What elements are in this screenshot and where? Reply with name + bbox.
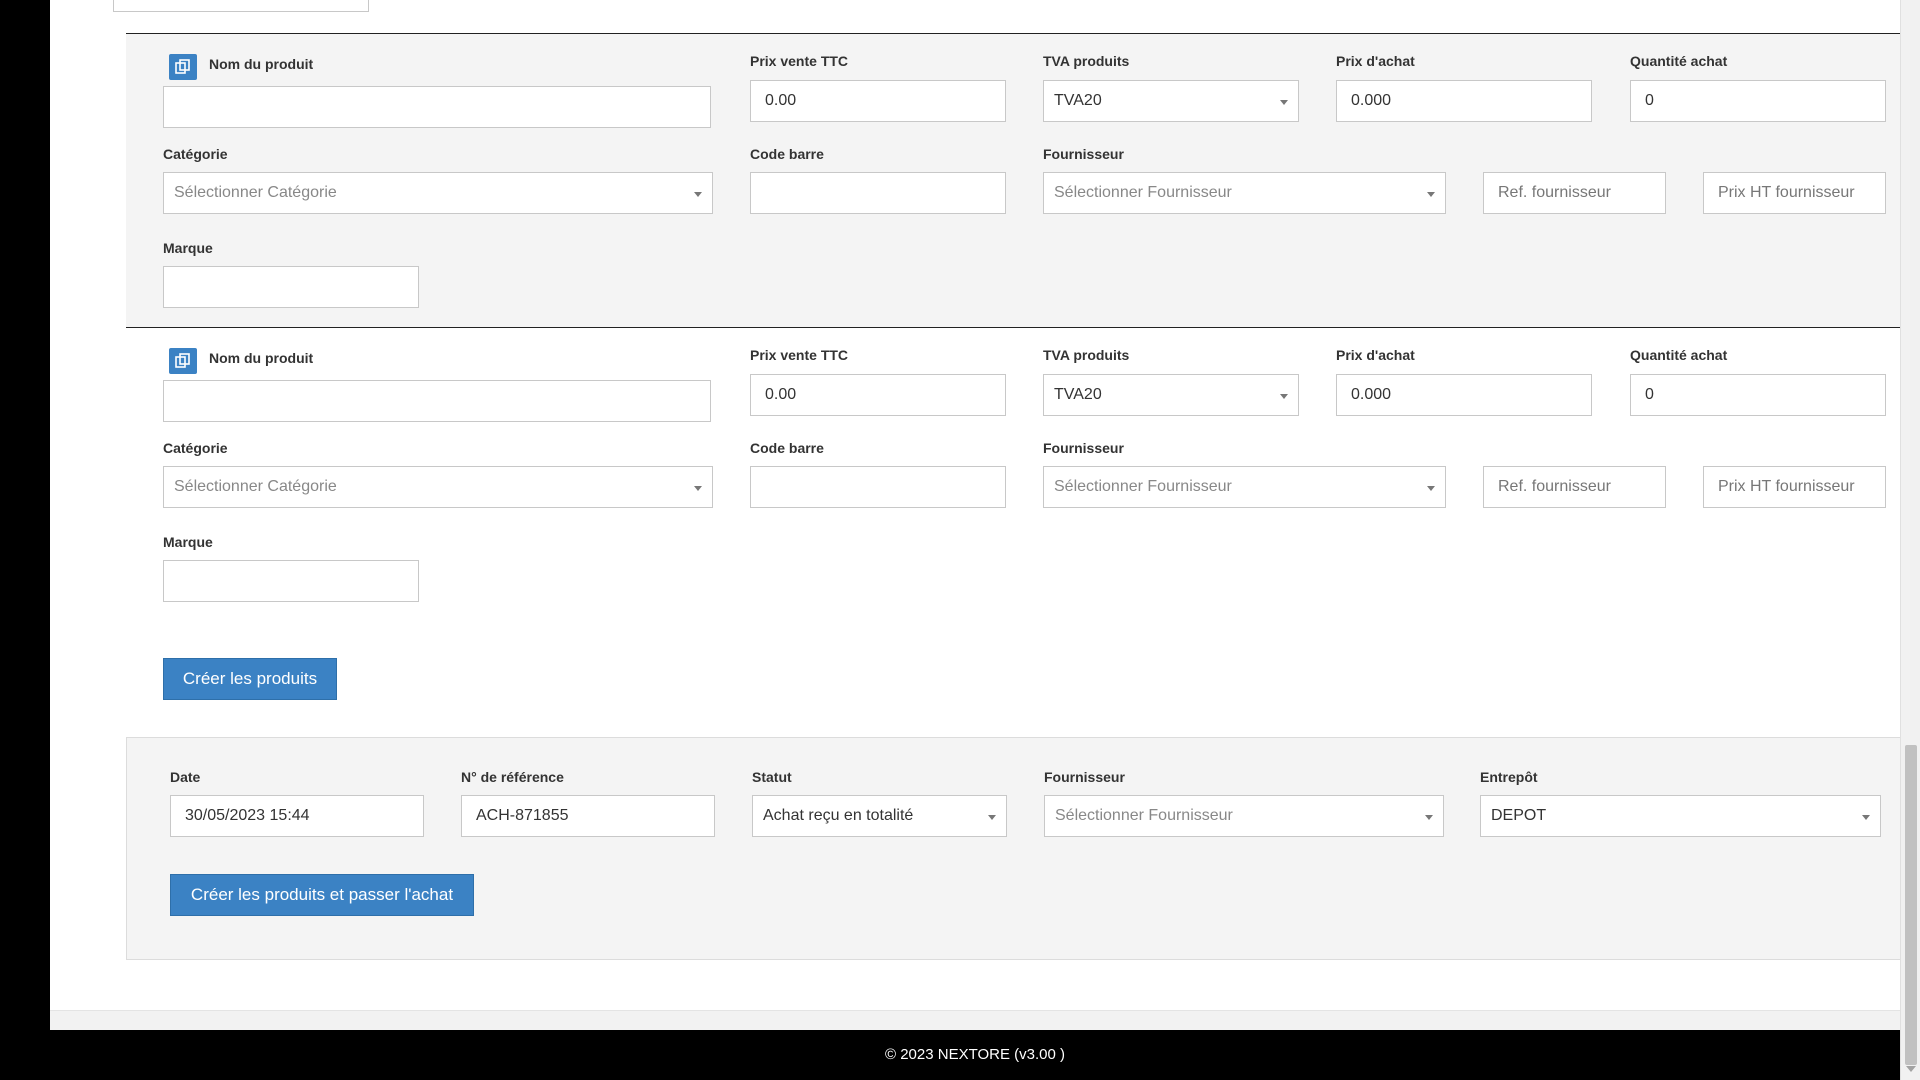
supplier-ref-input[interactable]: Ref. fournisseur <box>1483 466 1666 508</box>
supplier-label: Fournisseur <box>1043 146 1124 162</box>
supplier-select-placeholder: Sélectionner Fournisseur <box>1054 184 1232 201</box>
quantity-label: Quantité achat <box>1630 53 1728 69</box>
page-content: Nom du produit Prix vente TTC 0.00 TVA p… <box>50 0 1920 1030</box>
previous-brand-input[interactable] <box>113 0 369 12</box>
purchase-supplier-select[interactable]: Sélectionner Fournisseur <box>1044 795 1444 837</box>
purchase-price-input[interactable]: 0.000 <box>1336 80 1592 122</box>
category-select[interactable]: Sélectionner Catégorie <box>163 466 713 508</box>
scroll-down-icon[interactable] <box>1906 1066 1916 1072</box>
reference-label: N° de référence <box>461 769 564 785</box>
sale-price-input[interactable]: 0.00 <box>750 374 1006 416</box>
purchase-price-label: Prix d'achat <box>1336 53 1415 69</box>
warehouse-label: Entrepôt <box>1480 769 1538 785</box>
category-select-placeholder: Sélectionner Catégorie <box>174 478 337 495</box>
supplier-ref-input[interactable]: Ref. fournisseur <box>1483 172 1666 214</box>
product-name-label: Nom du produit <box>209 350 314 366</box>
brand-input[interactable] <box>163 560 419 602</box>
category-label: Catégorie <box>163 440 228 456</box>
status-label: Statut <box>752 769 792 785</box>
create-and-purchase-button[interactable]: Créer les produits et passer l'achat <box>170 874 474 916</box>
product-name-label: Nom du produit <box>209 56 314 72</box>
footer: © 2023 NEXTORE (v3.00 ) <box>50 1030 1900 1080</box>
quantity-label: Quantité achat <box>1630 347 1728 363</box>
caret-down-icon <box>1425 815 1433 820</box>
quantity-input[interactable]: 0 <box>1630 80 1886 122</box>
supplier-label: Fournisseur <box>1043 440 1124 456</box>
caret-down-icon <box>1280 100 1288 105</box>
category-label: Catégorie <box>163 146 228 162</box>
purchase-supplier-placeholder: Sélectionner Fournisseur <box>1055 807 1233 824</box>
supplier-select-placeholder: Sélectionner Fournisseur <box>1054 478 1232 495</box>
purchase-price-input[interactable]: 0.000 <box>1336 374 1592 416</box>
copy-icon[interactable] <box>169 54 197 80</box>
caret-down-icon <box>1427 486 1435 491</box>
caret-down-icon <box>1862 815 1870 820</box>
brand-input[interactable] <box>163 266 419 308</box>
warehouse-select[interactable]: DEPOT <box>1480 795 1881 837</box>
barcode-input[interactable] <box>750 466 1006 508</box>
brand-label: Marque <box>163 240 213 256</box>
create-products-button[interactable]: Créer les produits <box>163 658 337 700</box>
purchase-supplier-label: Fournisseur <box>1044 769 1125 785</box>
caret-down-icon <box>694 486 702 491</box>
caret-down-icon <box>1427 192 1435 197</box>
copy-icon[interactable] <box>169 348 197 374</box>
brand-label: Marque <box>163 534 213 550</box>
product-name-input[interactable] <box>163 86 711 128</box>
sale-price-label: Prix vente TTC <box>750 347 849 363</box>
barcode-label: Code barre <box>750 440 824 456</box>
quantity-input[interactable]: 0 <box>1630 374 1886 416</box>
date-input[interactable]: 30/05/2023 15:44 <box>170 795 424 837</box>
purchase-price-label: Prix d'achat <box>1336 347 1415 363</box>
sale-price-label: Prix vente TTC <box>750 53 849 69</box>
supplier-select[interactable]: Sélectionner Fournisseur <box>1043 466 1446 508</box>
product-block-2: Nom du produit Prix vente TTC 0.00 TVA p… <box>126 327 1920 737</box>
tva-select-value: TVA20 <box>1054 386 1102 403</box>
tva-label: TVA produits <box>1043 53 1130 69</box>
product-name-input[interactable] <box>163 380 711 422</box>
supplier-price-input[interactable]: Prix HT fournisseur <box>1703 466 1886 508</box>
scrollbar-thumb[interactable] <box>1905 745 1917 1065</box>
barcode-input[interactable] <box>750 172 1006 214</box>
reference-input[interactable]: ACH-871855 <box>461 795 715 837</box>
tva-select-value: TVA20 <box>1054 92 1102 109</box>
footer-band <box>50 1010 1900 1030</box>
barcode-label: Code barre <box>750 146 824 162</box>
category-select[interactable]: Sélectionner Catégorie <box>163 172 713 214</box>
status-select[interactable]: Achat reçu en totalité <box>752 795 1007 837</box>
caret-down-icon <box>988 815 996 820</box>
supplier-price-input[interactable]: Prix HT fournisseur <box>1703 172 1886 214</box>
sale-price-input[interactable]: 0.00 <box>750 80 1006 122</box>
caret-down-icon <box>1280 394 1288 399</box>
warehouse-select-value: DEPOT <box>1491 807 1547 824</box>
date-label: Date <box>170 769 201 785</box>
vertical-scrollbar[interactable] <box>1900 0 1920 1080</box>
status-select-value: Achat reçu en totalité <box>763 807 914 824</box>
category-select-placeholder: Sélectionner Catégorie <box>174 184 337 201</box>
supplier-select[interactable]: Sélectionner Fournisseur <box>1043 172 1446 214</box>
caret-down-icon <box>694 192 702 197</box>
tva-select[interactable]: TVA20 <box>1043 80 1299 122</box>
purchase-panel: Date 30/05/2023 15:44 N° de référence AC… <box>126 737 1920 960</box>
tva-select[interactable]: TVA20 <box>1043 374 1299 416</box>
tva-label: TVA produits <box>1043 347 1130 363</box>
product-block-1: Nom du produit Prix vente TTC 0.00 TVA p… <box>126 33 1920 328</box>
